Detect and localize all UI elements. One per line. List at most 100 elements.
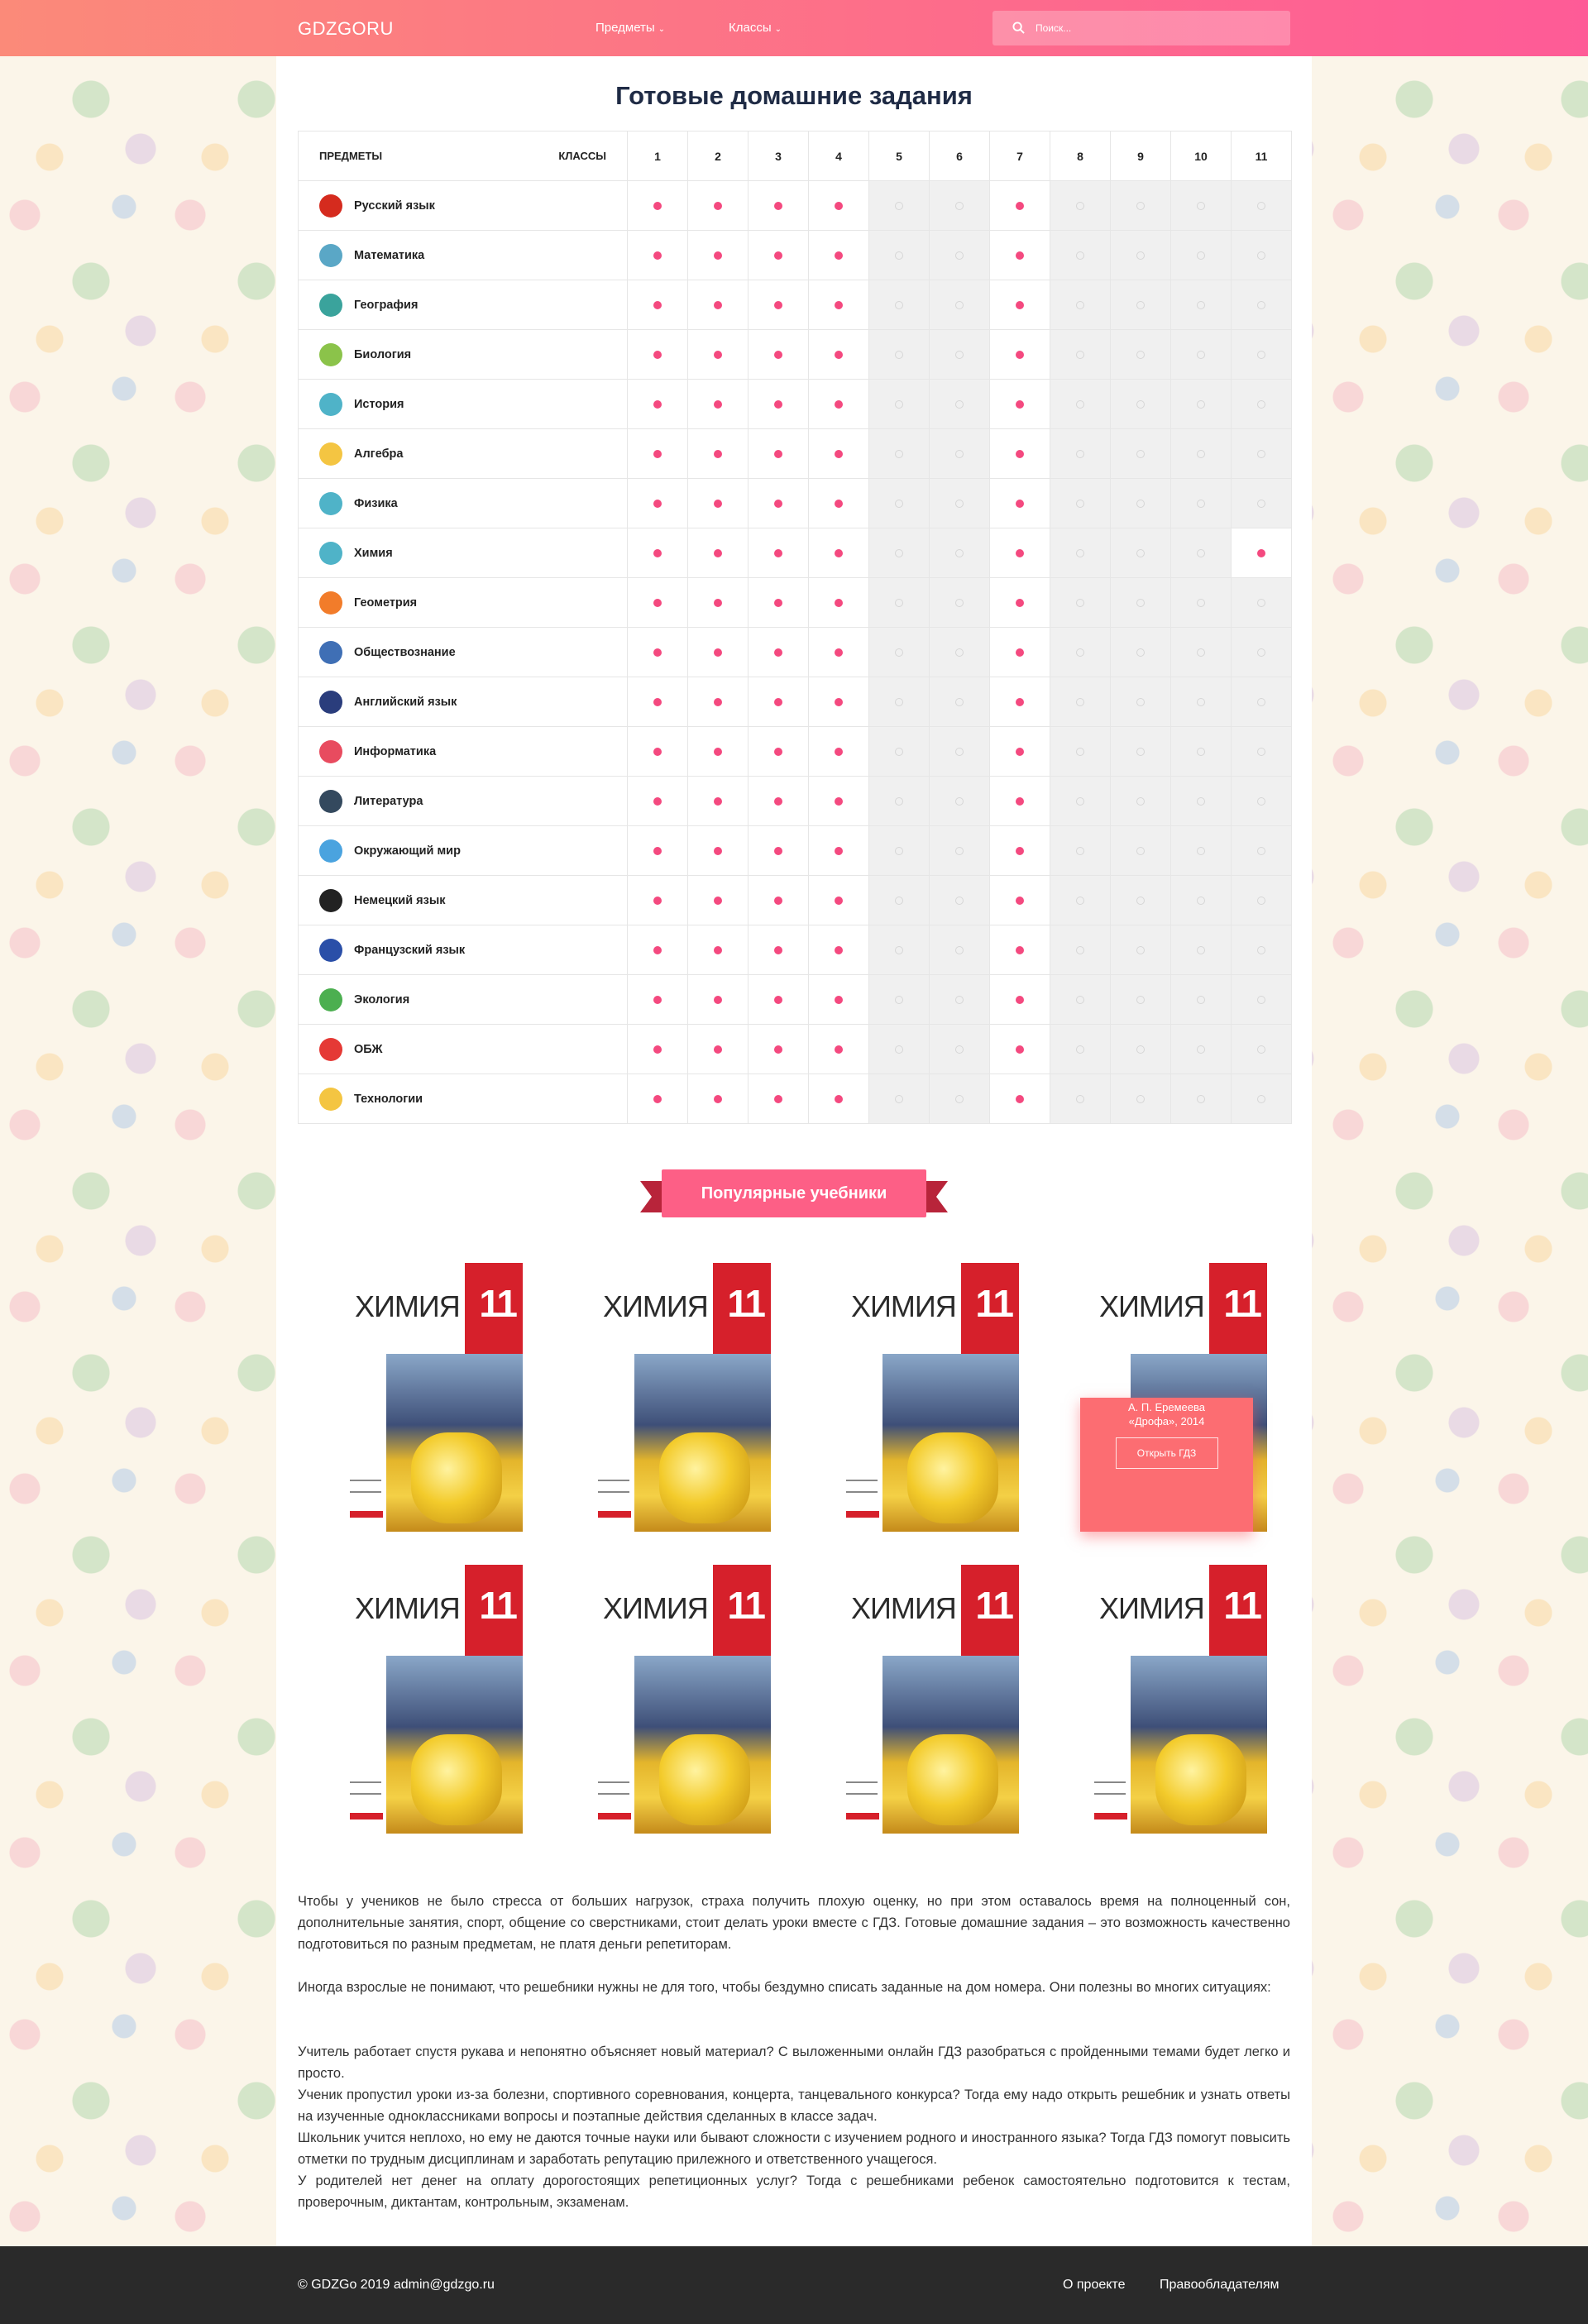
grade-cell-1[interactable] [627,577,688,628]
grade-cell-3[interactable] [748,428,809,479]
grade-cell-4[interactable] [808,1074,869,1124]
grade-cell-2[interactable] [687,280,749,330]
grade-cell-1[interactable] [627,478,688,528]
grade-cell-3[interactable] [748,1074,809,1124]
grade-cell-3[interactable] [748,478,809,528]
grade-cell-4[interactable] [808,677,869,727]
textbook-cover[interactable]: ХИМИЯ 11 [345,1565,523,1834]
subject-cell[interactable]: Математика [298,230,628,280]
grade-cell-2[interactable] [687,180,749,231]
grade-cell-4[interactable] [808,280,869,330]
grade-cell-2[interactable] [687,478,749,528]
subject-cell[interactable]: ОБЖ [298,1024,628,1074]
nav-classes-dropdown[interactable]: Классы ⌄ [729,21,782,35]
grade-cell-3[interactable] [748,776,809,826]
grade-cell-4[interactable] [808,528,869,578]
grade-cell-3[interactable] [748,1024,809,1074]
textbook-cover[interactable]: ХИМИЯ 11 [593,1263,771,1532]
subject-cell[interactable]: Информатика [298,726,628,777]
grade-header-7[interactable]: 7 [989,131,1050,181]
grade-cell-2[interactable] [687,329,749,380]
subject-cell[interactable]: Обществознание [298,627,628,677]
textbook-cover[interactable]: ХИМИЯ 11 [345,1263,523,1532]
grade-cell-2[interactable] [687,875,749,925]
grade-cell-2[interactable] [687,1074,749,1124]
grade-cell-4[interactable] [808,974,869,1025]
grade-cell-4[interactable] [808,825,869,876]
grade-cell-3[interactable] [748,627,809,677]
grade-cell-3[interactable] [748,677,809,727]
grade-cell-1[interactable] [627,1024,688,1074]
grade-cell-2[interactable] [687,974,749,1025]
grade-cell-2[interactable] [687,627,749,677]
grade-cell-7[interactable] [989,825,1050,876]
grade-cell-2[interactable] [687,379,749,429]
grade-cell-7[interactable] [989,428,1050,479]
grade-header-11[interactable]: 11 [1231,131,1292,181]
grade-cell-2[interactable] [687,825,749,876]
subject-cell[interactable]: Русский язык [298,180,628,231]
grade-cell-7[interactable] [989,1024,1050,1074]
footer-link-about[interactable]: О проекте [1063,2278,1125,2293]
grade-cell-4[interactable] [808,329,869,380]
grade-header-2[interactable]: 2 [687,131,749,181]
grade-cell-7[interactable] [989,677,1050,727]
grade-header-6[interactable]: 6 [929,131,990,181]
grade-cell-7[interactable] [989,974,1050,1025]
grade-cell-1[interactable] [627,726,688,777]
subject-cell[interactable]: Алгебра [298,428,628,479]
grade-cell-1[interactable] [627,379,688,429]
grade-cell-3[interactable] [748,180,809,231]
grade-cell-7[interactable] [989,230,1050,280]
grade-cell-2[interactable] [687,925,749,975]
grade-cell-3[interactable] [748,925,809,975]
grade-cell-2[interactable] [687,577,749,628]
grade-cell-2[interactable] [687,428,749,479]
open-gdz-button[interactable]: Открыть ГДЗ [1115,1437,1218,1469]
site-logo[interactable]: GDZGORU [298,18,394,40]
grade-cell-3[interactable] [748,230,809,280]
grade-cell-7[interactable] [989,627,1050,677]
grade-cell-7[interactable] [989,726,1050,777]
footer-link-copyright-holders[interactable]: Правообладателям [1160,2278,1279,2293]
subject-cell[interactable]: Окружающий мир [298,825,628,876]
subject-cell[interactable]: Физика [298,478,628,528]
subject-cell[interactable]: Экология [298,974,628,1025]
grade-cell-1[interactable] [627,1074,688,1124]
grade-cell-7[interactable] [989,925,1050,975]
grade-cell-3[interactable] [748,379,809,429]
grade-cell-3[interactable] [748,280,809,330]
grade-cell-3[interactable] [748,825,809,876]
grade-cell-7[interactable] [989,1074,1050,1124]
grade-header-8[interactable]: 8 [1050,131,1111,181]
subject-cell[interactable]: Технологии [298,1074,628,1124]
textbook-cover[interactable]: ХИМИЯ 11 [593,1565,771,1834]
grade-cell-2[interactable] [687,677,749,727]
grade-cell-4[interactable] [808,180,869,231]
grade-cell-1[interactable] [627,677,688,727]
grade-cell-4[interactable] [808,925,869,975]
grade-cell-7[interactable] [989,329,1050,380]
grade-cell-7[interactable] [989,180,1050,231]
grade-cell-3[interactable] [748,528,809,578]
grade-cell-4[interactable] [808,875,869,925]
grade-cell-1[interactable] [627,528,688,578]
grade-cell-1[interactable] [627,627,688,677]
grade-cell-4[interactable] [808,478,869,528]
grade-cell-1[interactable] [627,428,688,479]
subject-cell[interactable]: История [298,379,628,429]
grade-cell-4[interactable] [808,230,869,280]
grade-cell-3[interactable] [748,974,809,1025]
grade-header-10[interactable]: 10 [1170,131,1232,181]
grade-cell-1[interactable] [627,329,688,380]
grade-cell-7[interactable] [989,776,1050,826]
grade-cell-7[interactable] [989,577,1050,628]
grade-cell-4[interactable] [808,428,869,479]
nav-subjects-dropdown[interactable]: Предметы ⌄ [596,21,665,35]
subject-cell[interactable]: Немецкий язык [298,875,628,925]
grade-cell-2[interactable] [687,1024,749,1074]
grade-cell-4[interactable] [808,627,869,677]
grade-header-5[interactable]: 5 [868,131,930,181]
grade-cell-3[interactable] [748,329,809,380]
textbook-cover[interactable]: ХИМИЯ 11 [841,1565,1019,1834]
